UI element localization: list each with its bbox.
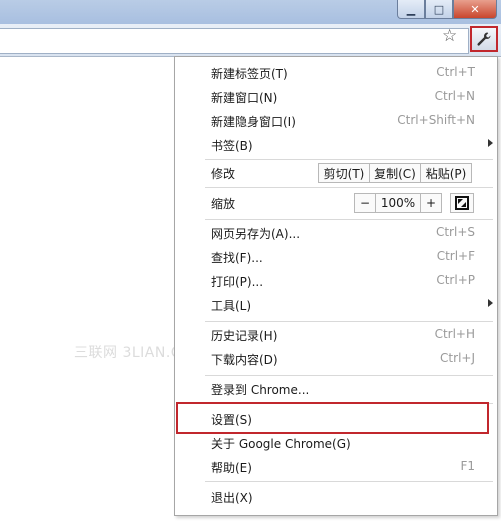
menu-item-label: 新建隐身窗口(I): [211, 115, 296, 129]
wrench-menu-button[interactable]: [470, 26, 498, 52]
menu-divider: [205, 403, 493, 404]
menu-item-shortcut: Ctrl+T: [436, 65, 475, 79]
menu-item-shortcut: Ctrl+J: [440, 351, 475, 365]
submenu-arrow-icon: [488, 299, 493, 307]
menu-item-label: 工具(L): [211, 299, 252, 313]
menu-item-label: 查找(F)...: [211, 251, 263, 265]
close-icon: ✕: [470, 2, 480, 16]
close-button[interactable]: ✕: [453, 0, 497, 19]
menu-item-label: 缩放: [211, 197, 236, 211]
menu-item-label: 新建窗口(N): [211, 91, 278, 105]
menu-item-label: 下载内容(D): [211, 353, 278, 367]
menu-item-label: 网页另存为(A)...: [211, 227, 301, 241]
menu-item-downloads[interactable]: 下载内容(D) Ctrl+J: [175, 347, 497, 371]
menu-divider: [205, 321, 493, 322]
menu-item-label: 登录到 Chrome...: [211, 383, 310, 397]
menu-item-label: 书签(B): [211, 139, 253, 153]
menu-item-find[interactable]: 查找(F)... Ctrl+F: [175, 245, 497, 269]
menu-item-label: 帮助(E): [211, 461, 252, 475]
menu-item-shortcut: Ctrl+F: [436, 249, 475, 263]
window-titlebar: ▁ □ ✕: [0, 0, 501, 24]
menu-item-about[interactable]: 关于 Google Chrome(G): [175, 431, 497, 455]
zoom-level: 100%: [375, 193, 421, 213]
cut-button[interactable]: 剪切(T): [318, 163, 370, 183]
menu-divider: [205, 159, 493, 160]
menu-item-shortcut: Ctrl+N: [434, 89, 475, 103]
submenu-arrow-icon: [488, 139, 493, 147]
chrome-menu: 新建标签页(T) Ctrl+T 新建窗口(N) Ctrl+N 新建隐身窗口(I)…: [174, 56, 498, 516]
menu-item-shortcut: F1: [460, 459, 475, 473]
menu-item-new-tab[interactable]: 新建标签页(T) Ctrl+T: [175, 61, 497, 85]
menu-item-history[interactable]: 历史记录(H) Ctrl+H: [175, 323, 497, 347]
wrench-icon: [477, 32, 491, 46]
menu-item-shortcut: Ctrl+S: [435, 225, 475, 239]
browser-toolbar: ☆: [0, 24, 501, 57]
fullscreen-icon: [455, 196, 469, 210]
copy-button[interactable]: 复制(C): [369, 163, 421, 183]
maximize-button[interactable]: □: [425, 0, 453, 19]
zoom-out-button[interactable]: −: [354, 193, 376, 213]
minimize-button[interactable]: ▁: [397, 0, 425, 19]
menu-item-label: 关于 Google Chrome(G): [211, 437, 351, 451]
menu-item-label: 新建标签页(T): [211, 67, 288, 81]
zoom-in-button[interactable]: +: [420, 193, 442, 213]
menu-item-settings[interactable]: 设置(S): [175, 407, 497, 431]
edit-button-group: 剪切(T) 复制(C) 粘贴(P): [318, 163, 472, 183]
menu-item-shortcut: Ctrl+Shift+N: [397, 113, 475, 127]
menu-divider: [205, 187, 493, 188]
menu-item-help[interactable]: 帮助(E) F1: [175, 455, 497, 479]
menu-item-tools[interactable]: 工具(L): [175, 293, 497, 317]
menu-item-new-incognito[interactable]: 新建隐身窗口(I) Ctrl+Shift+N: [175, 109, 497, 133]
menu-item-shortcut: Ctrl+H: [434, 327, 475, 341]
menu-item-label: 历史记录(H): [211, 329, 278, 343]
menu-item-new-window[interactable]: 新建窗口(N) Ctrl+N: [175, 85, 497, 109]
menu-item-zoom: 缩放 − 100% +: [175, 191, 497, 215]
menu-item-label: 打印(P)...: [211, 275, 264, 289]
menu-item-label: 退出(X): [211, 491, 253, 505]
fullscreen-button[interactable]: [450, 193, 474, 213]
menu-item-signin[interactable]: 登录到 Chrome...: [175, 377, 497, 401]
menu-divider: [205, 481, 493, 482]
menu-item-edit: 修改 剪切(T) 复制(C) 粘贴(P): [175, 161, 497, 185]
menu-item-print[interactable]: 打印(P)... Ctrl+P: [175, 269, 497, 293]
address-bar[interactable]: [0, 28, 469, 54]
menu-divider: [205, 219, 493, 220]
menu-item-label: 设置(S): [211, 413, 252, 427]
menu-item-bookmarks[interactable]: 书签(B): [175, 133, 497, 157]
maximize-icon: □: [433, 2, 445, 16]
menu-item-shortcut: Ctrl+P: [436, 273, 475, 287]
menu-item-label: 修改: [211, 167, 236, 181]
menu-item-exit[interactable]: 退出(X): [175, 485, 497, 509]
menu-item-save-as[interactable]: 网页另存为(A)... Ctrl+S: [175, 221, 497, 245]
star-icon[interactable]: ☆: [442, 27, 457, 45]
minimize-icon: ▁: [406, 2, 416, 16]
zoom-controls: − 100% +: [354, 193, 474, 213]
paste-button[interactable]: 粘贴(P): [420, 163, 472, 183]
menu-divider: [205, 375, 493, 376]
window-controls: ▁ □ ✕: [397, 0, 497, 19]
